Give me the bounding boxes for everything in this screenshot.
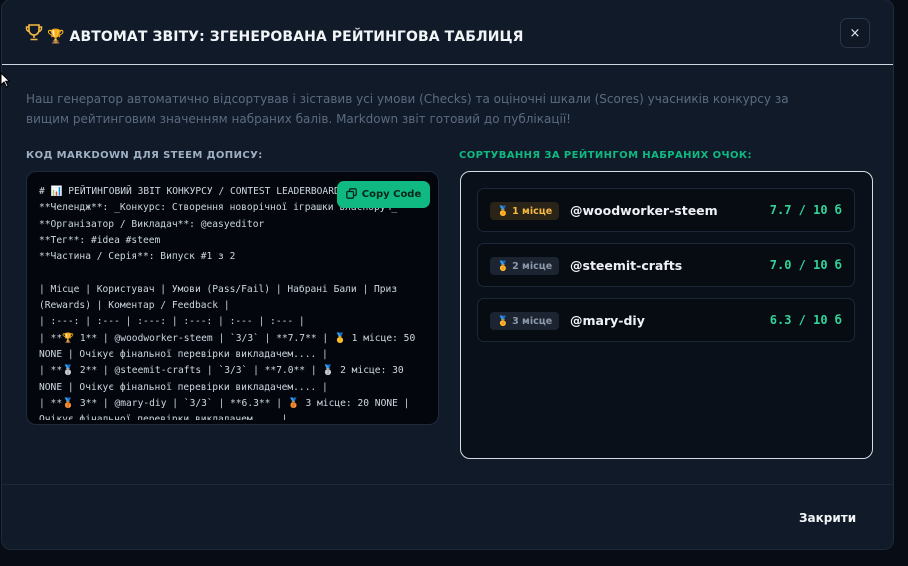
markdown-code[interactable]: # 📊 РЕЙТИНГОВИЙ ЗВІТ КОНКУРСУ / CONTEST … xyxy=(39,184,431,420)
participant-score: 7.7 / 10 б xyxy=(769,203,842,217)
copy-code-label: Copy Code xyxy=(361,189,422,200)
place-badge: 🏅 1 місце xyxy=(490,202,560,220)
modal-header: 🏆 АВТОМАТ ЗВІТУ: ЗГЕНЕРОВАНА РЕЙТИНГОВА … xyxy=(2,0,893,65)
markdown-code-box[interactable]: # 📊 РЕЙТИНГОВИЙ ЗВІТ КОНКУРСУ / CONTEST … xyxy=(26,171,439,425)
copy-icon xyxy=(345,187,357,202)
ranking-section-label: СОРТУВАННЯ ЗА РЕЙТИНГОМ НАБРАНИХ ОЧОК: xyxy=(459,150,752,161)
participant-score: 6.3 / 10 б xyxy=(769,313,842,327)
markdown-section-label: КОД MARKDOWN ДЛЯ STEEM ДОПИСУ: xyxy=(26,150,263,161)
ranking-list: 🏅 1 місце @woodworker-steem 7.7 / 10 б 🏅… xyxy=(460,171,873,459)
participant-name: @woodworker-steem xyxy=(570,203,718,218)
participant-name: @mary-diy xyxy=(570,313,645,328)
modal-title: 🏆 АВТОМАТ ЗВІТУ: ЗГЕНЕРОВАНА РЕЙТИНГОВА … xyxy=(25,24,524,45)
close-footer-button[interactable]: Закрити xyxy=(799,511,856,525)
modal-description: Наш генератор автоматично відсортував і … xyxy=(26,92,789,126)
ranking-row: 🏅 1 місце @woodworker-steem 7.7 / 10 б xyxy=(477,188,855,232)
mouse-cursor-icon xyxy=(0,71,11,92)
trophy-icon xyxy=(25,24,47,45)
ranking-row: 🏅 3 місце @mary-diy 6.3 / 10 б xyxy=(477,298,855,342)
modal-footer xyxy=(2,484,893,549)
place-badge: 🏅 3 місце xyxy=(490,312,560,330)
close-icon: × xyxy=(849,25,861,41)
ranking-row: 🏅 2 місце @steemit-crafts 7.0 / 10 б xyxy=(477,243,855,287)
participant-name: @steemit-crafts xyxy=(570,258,683,273)
leaderboard-modal: 🏆 АВТОМАТ ЗВІТУ: ЗГЕНЕРОВАНА РЕЙТИНГОВА … xyxy=(1,0,894,550)
copy-code-button[interactable]: Copy Code xyxy=(337,181,430,208)
place-badge: 🏅 2 місце xyxy=(490,257,560,275)
modal-title-text: 🏆 АВТОМАТ ЗВІТУ: ЗГЕНЕРОВАНА РЕЙТИНГОВА … xyxy=(47,29,524,45)
participant-score: 7.0 / 10 б xyxy=(769,258,842,272)
close-button[interactable]: × xyxy=(840,18,870,48)
